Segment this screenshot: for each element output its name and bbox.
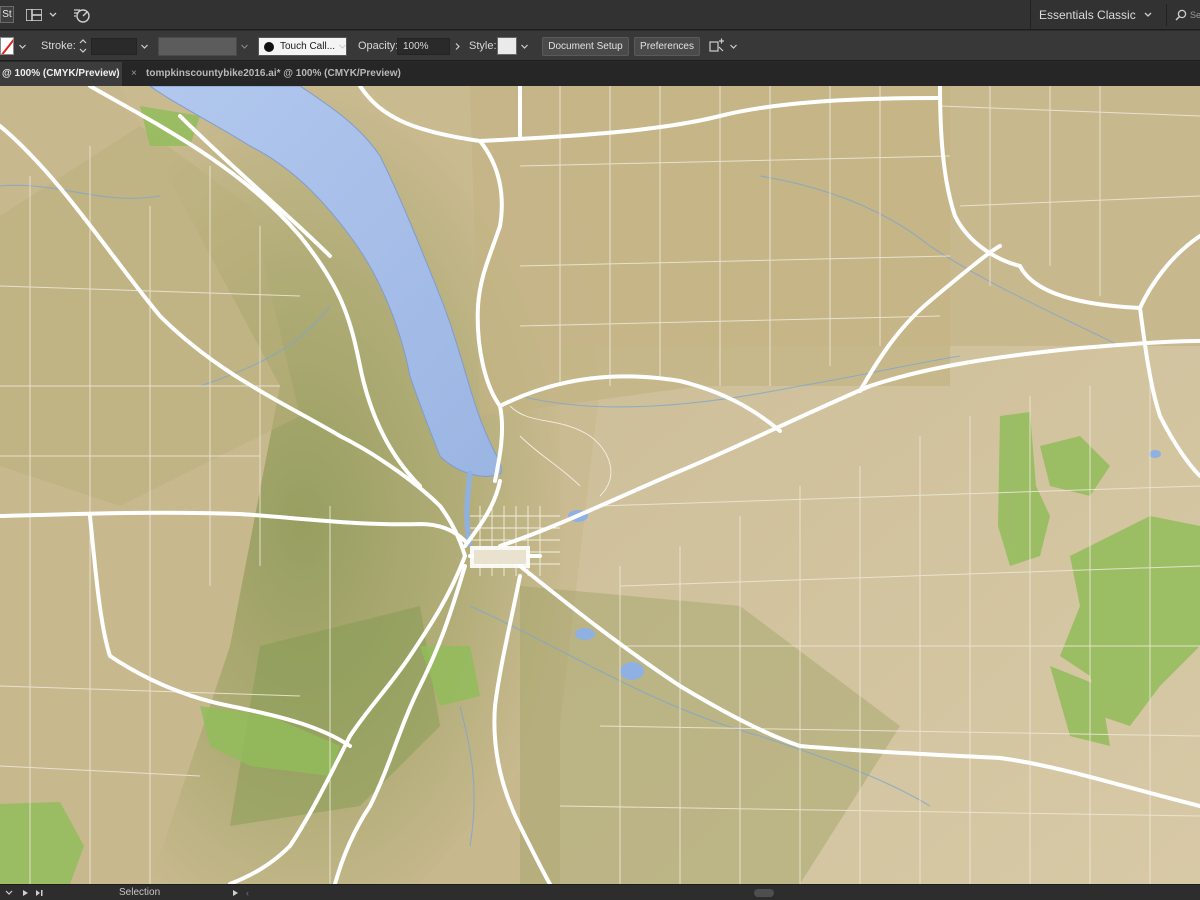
- layout-grid-icon: [26, 9, 42, 21]
- tab-active-document[interactable]: @ 100% (CMYK/Preview): [0, 62, 122, 86]
- stroke-label: Stroke:: [41, 40, 76, 52]
- brush-definition-dropdown[interactable]: Touch Call...: [258, 37, 347, 56]
- chevron-down-icon[interactable]: [4, 888, 14, 898]
- preferences-button[interactable]: Preferences: [634, 37, 700, 56]
- fill-swatch-none-icon: [1, 38, 13, 54]
- fill-color-swatch[interactable]: [0, 37, 14, 55]
- opacity-label: Opacity:: [358, 40, 399, 52]
- stroke-spinner-icon[interactable]: [78, 36, 88, 56]
- artboard-canvas[interactable]: [0, 86, 1200, 884]
- search-icon: [1175, 9, 1187, 21]
- document-tab-bar: @ 100% (CMYK/Preview) × tompkinscountybi…: [0, 62, 1200, 86]
- chevron-down-icon: [1144, 12, 1152, 17]
- arrange-layout-button[interactable]: [26, 7, 60, 23]
- stock-badge[interactable]: St: [0, 6, 14, 23]
- arrange-documents-icon[interactable]: [709, 38, 725, 54]
- variable-width-profile[interactable]: [158, 37, 237, 56]
- tab-label: tompkinscountybike2016.ai* @ 100% (CMYK/…: [146, 68, 401, 79]
- map-artwork: [0, 86, 1200, 884]
- document-setup-button[interactable]: Document Setup: [542, 37, 629, 56]
- horizontal-scrollbar[interactable]: ‹: [246, 889, 1200, 898]
- last-artboard-icon[interactable]: [34, 888, 44, 898]
- play-icon[interactable]: [230, 888, 240, 898]
- scroll-left-icon[interactable]: ‹: [246, 889, 249, 898]
- opacity-input[interactable]: 100%: [397, 38, 450, 55]
- search-help-field[interactable]: Se: [1166, 4, 1200, 26]
- workspace-switcher[interactable]: Essentials Classic: [1030, 0, 1160, 30]
- brush-dot-icon: [264, 42, 274, 52]
- tab-tompkins-document[interactable]: × tompkinscountybike2016.ai* @ 100% (CMY…: [122, 62, 402, 86]
- chevron-down-icon[interactable]: [240, 42, 249, 51]
- scrollbar-thumb[interactable]: [754, 889, 774, 897]
- current-tool-label: Selection: [119, 887, 161, 898]
- chevron-down-icon[interactable]: [18, 42, 27, 51]
- style-label: Style:: [469, 40, 497, 52]
- chevron-down-icon[interactable]: [729, 42, 738, 51]
- chevron-down-icon: [49, 12, 57, 17]
- brush-label: Touch Call...: [280, 41, 336, 52]
- workspace-label: Essentials Classic: [1039, 8, 1136, 22]
- control-bar: Stroke: Touch Call... Opacity: 100% Styl…: [0, 31, 1200, 61]
- chevron-down-icon[interactable]: [140, 42, 149, 51]
- stroke-weight-input[interactable]: [91, 38, 137, 55]
- close-icon[interactable]: ×: [131, 62, 137, 86]
- search-placeholder: Se: [1190, 10, 1200, 20]
- status-bar: Selection ‹: [0, 884, 1200, 900]
- terrain-north-plateau: [470, 86, 950, 416]
- gpu-performance-icon[interactable]: [72, 6, 92, 24]
- ithaca-downtown: [470, 546, 530, 568]
- chevron-down-icon[interactable]: [520, 42, 529, 51]
- chevron-down-icon[interactable]: [338, 42, 347, 51]
- graphic-style-swatch[interactable]: [497, 37, 517, 55]
- chevron-right-icon[interactable]: [453, 42, 462, 51]
- tab-label: @ 100% (CMYK/Preview): [2, 68, 120, 79]
- play-icon[interactable]: [20, 888, 30, 898]
- app-bar: St Essentials Classic Se: [0, 0, 1200, 30]
